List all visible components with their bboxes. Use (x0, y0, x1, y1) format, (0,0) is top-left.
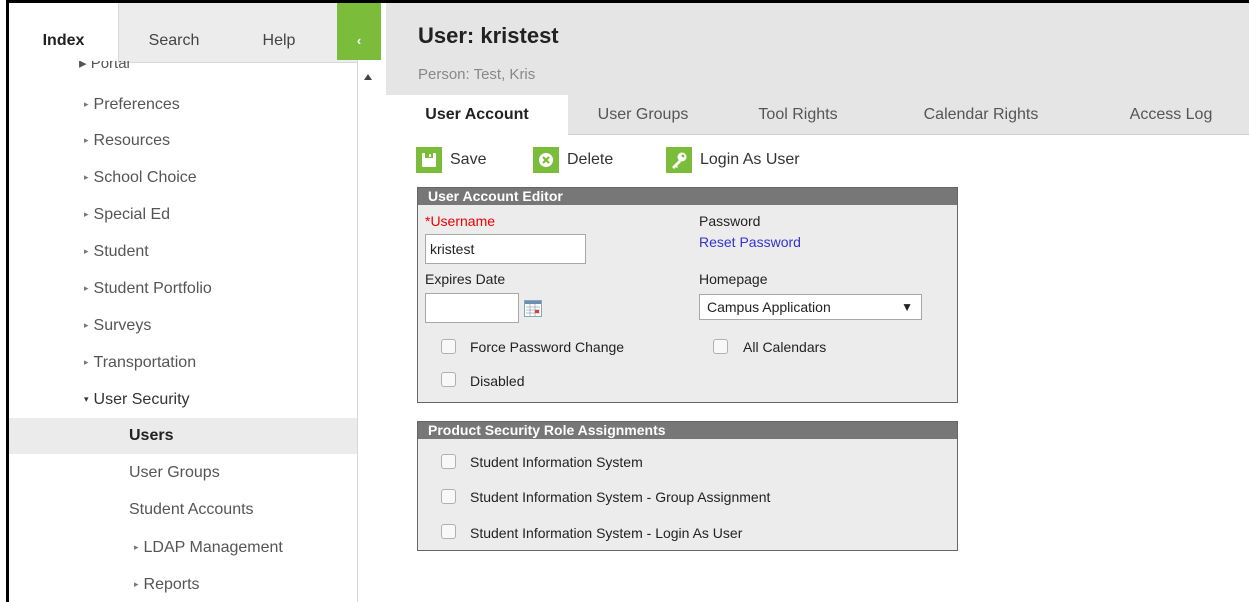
sidebar-item-student-portfolio[interactable]: ▸ Student Portfolio (9, 270, 357, 306)
expand-arrow-icon: ▸ (84, 246, 89, 256)
main-content: User: kristest Person: Test, Kris User A… (386, 3, 1249, 602)
sidebar-item-ldap-management[interactable]: ▸ LDAP Management (9, 529, 357, 565)
sidebar-item-school-choice[interactable]: ▸ School Choice (9, 159, 357, 195)
disabled-label: Disabled (470, 373, 525, 389)
reset-password-link[interactable]: Reset Password (699, 234, 801, 250)
expand-arrow-icon: ▸ (134, 579, 139, 589)
login-as-user-button[interactable]: Login As User (666, 146, 800, 174)
sidebar-item-label: Reports (143, 576, 200, 593)
collapse-arrow-icon: ▾ (84, 394, 89, 404)
page-subtitle: Person: Test, Kris (418, 66, 536, 83)
sidebar-item-label: Resources (93, 132, 171, 149)
expires-date-label: Expires Date (425, 271, 506, 287)
sidebar-item-users[interactable]: Users (9, 418, 357, 454)
sidebar-item-label: Special Ed (93, 206, 171, 223)
panel-title: User Account Editor (418, 188, 957, 205)
username-label: *Username (425, 213, 496, 229)
expand-arrow-icon: ▸ (134, 542, 139, 552)
tab-user-account[interactable]: User Account (386, 95, 568, 136)
expand-arrow-icon: ▸ (84, 320, 89, 330)
sidebar-tabs: Index Search Help (9, 3, 357, 63)
tab-user-groups[interactable]: User Groups (568, 95, 718, 135)
page-title: User: kristest (418, 23, 559, 48)
role-checkbox[interactable] (441, 524, 456, 539)
sidebar-item-student[interactable]: ▸ Student (9, 233, 357, 269)
homepage-select-value: Campus Application (707, 299, 831, 315)
sidebar-item-portal-partial[interactable]: ▸ Portal (79, 61, 130, 69)
login-as-user-label: Login As User (700, 151, 800, 168)
sidebar-item-student-accounts[interactable]: Student Accounts (9, 492, 357, 528)
sidebar-item-resources[interactable]: ▸ Resources (9, 122, 357, 158)
calendar-icon[interactable] (524, 300, 542, 317)
panel-title: Product Security Role Assignments (418, 422, 957, 439)
sidebar-item-user-groups[interactable]: User Groups (9, 455, 357, 491)
sidebar: Index Search Help ▸ Portal ▸Preferences … (9, 3, 358, 602)
sidebar-item-label: User Security (93, 391, 190, 408)
sidebar-item-label: LDAP Management (143, 539, 283, 556)
delete-label: Delete (567, 151, 614, 168)
key-icon (666, 146, 692, 173)
tab-index[interactable]: Index (9, 3, 119, 63)
tab-help[interactable]: Help (229, 3, 329, 63)
username-field[interactable]: kristest (425, 234, 586, 264)
password-label: Password (699, 213, 761, 229)
expand-arrow-icon: ▸ (84, 283, 89, 293)
delete-button[interactable]: Delete (533, 146, 613, 174)
save-label: Save (450, 151, 487, 168)
scroll-up-arrow-icon[interactable] (364, 74, 372, 80)
sidebar-item-label: Preferences (93, 96, 180, 113)
dropdown-caret-icon: ▼ (901, 300, 913, 314)
expand-arrow-icon: ▸ (84, 209, 89, 219)
role-checkbox[interactable] (441, 489, 456, 504)
role-label: Student Information System (470, 454, 643, 470)
sidebar-item-surveys[interactable]: ▸ Surveys (9, 307, 357, 343)
save-icon (416, 146, 442, 173)
save-button[interactable]: Save (416, 146, 486, 174)
force-password-change-checkbox[interactable] (441, 339, 456, 354)
tab-calendar-rights[interactable]: Calendar Rights (878, 95, 1084, 135)
expand-arrow-icon: ▸ (84, 357, 89, 367)
all-calendars-label: All Calendars (743, 339, 827, 355)
tab-bar: User Account User Groups Tool Rights Cal… (386, 95, 1249, 136)
homepage-label: Homepage (699, 271, 768, 287)
user-account-editor-panel: User Account Editor *Username kristest P… (417, 187, 958, 403)
tab-tool-rights[interactable]: Tool Rights (718, 95, 878, 135)
sidebar-item-label: School Choice (93, 169, 197, 186)
role-label: Student Information System - Group Assig… (470, 489, 771, 505)
sidebar-item-label: Student (93, 243, 149, 260)
role-checkbox[interactable] (441, 454, 456, 469)
sidebar-item-user-security[interactable]: ▾ User Security (9, 381, 357, 417)
expand-arrow-icon: ▸ (84, 99, 89, 109)
tab-search[interactable]: Search (119, 3, 229, 63)
sidebar-item-special-ed[interactable]: ▸ Special Ed (9, 196, 357, 232)
homepage-select[interactable]: Campus Application ▼ (699, 294, 922, 320)
expand-arrow-icon: ▸ (84, 135, 89, 145)
sidebar-item-label: Surveys (93, 317, 152, 334)
tab-access-log[interactable]: Access Log (1096, 95, 1246, 135)
force-password-change-label: Force Password Change (470, 339, 625, 355)
sidebar-item-label: Transportation (93, 354, 197, 371)
product-security-role-panel: Product Security Role Assignments Studen… (417, 421, 958, 551)
delete-icon (533, 146, 559, 173)
expires-date-field[interactable] (425, 293, 519, 323)
all-calendars-checkbox[interactable] (713, 339, 728, 354)
sidebar-item-preferences[interactable]: ▸ Preferences (9, 86, 357, 122)
collapse-sidebar-button[interactable]: ‹ (337, 3, 381, 60)
page-header: User: kristest Person: Test, Kris (386, 3, 1249, 95)
sidebar-item-transportation[interactable]: ▸ Transportation (9, 344, 357, 380)
role-label: Student Information System - Login As Us… (470, 525, 743, 541)
sidebar-item-reports[interactable]: ▸ Reports (9, 566, 357, 602)
expand-arrow-icon: ▸ (84, 172, 89, 182)
sidebar-item-label: Student Portfolio (93, 280, 212, 297)
disabled-checkbox[interactable] (441, 372, 456, 387)
